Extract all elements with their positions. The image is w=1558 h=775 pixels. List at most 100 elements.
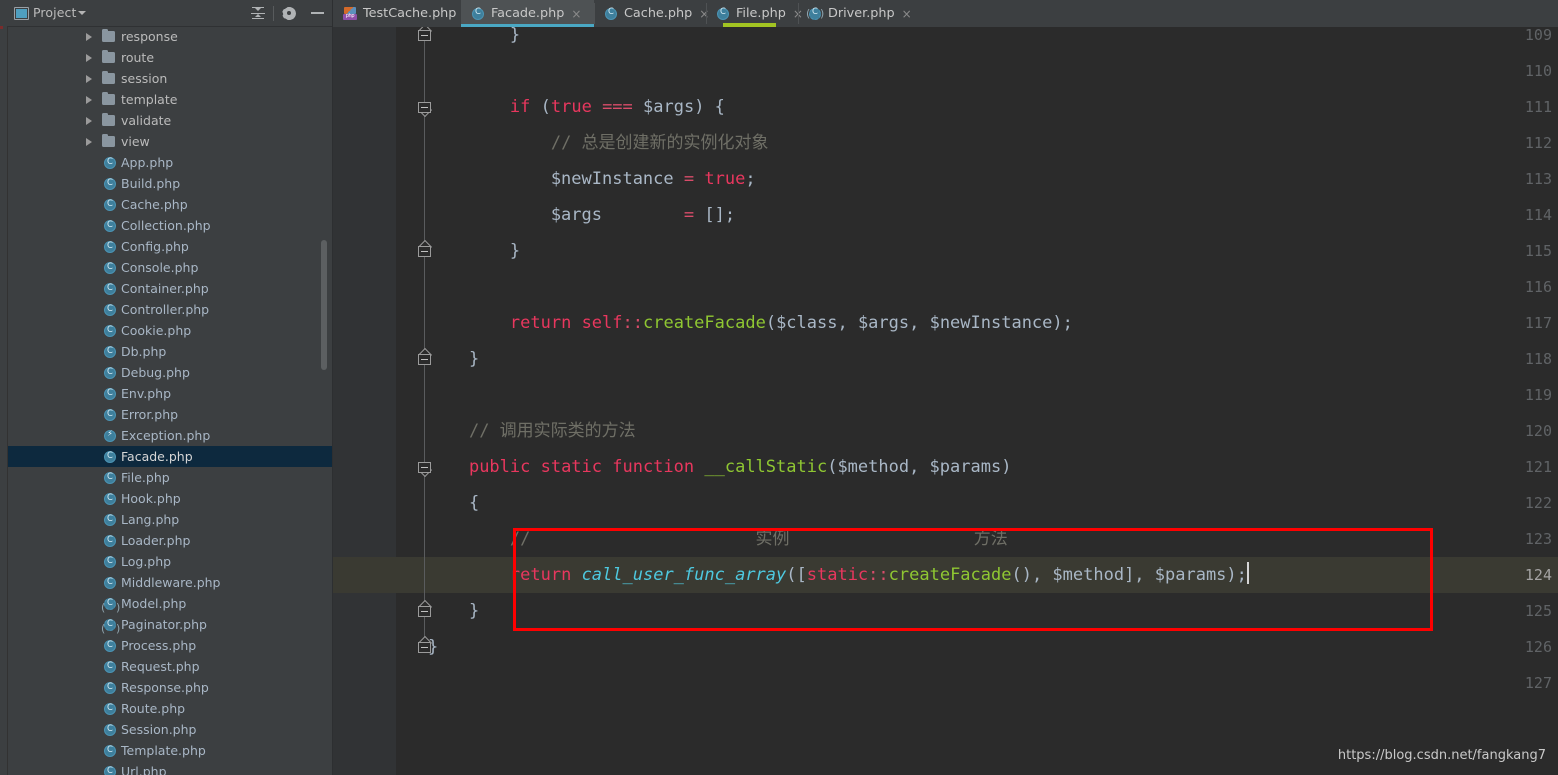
- project-tree-scrollbar[interactable]: [321, 240, 327, 370]
- header-divider: [273, 6, 274, 21]
- code-viewport[interactable]: 1091101111121131141151161171181191201211…: [333, 27, 1558, 775]
- text-caret: [1247, 562, 1249, 584]
- expand-arrow-icon[interactable]: [86, 75, 92, 83]
- tree-item-console-php[interactable]: Console.php: [8, 257, 333, 278]
- tree-item-request-php[interactable]: Request.php: [8, 656, 333, 677]
- editor-tab-file-php[interactable]: File.php×: [706, 0, 798, 27]
- editor-tab-cache-php[interactable]: Cache.php×: [594, 0, 706, 27]
- tree-item-exception-php[interactable]: Exception.php: [8, 425, 333, 446]
- tree-item-label: Error.php: [121, 404, 178, 425]
- editor-tab-facade-php[interactable]: Facade.php×: [461, 0, 594, 27]
- tree-item-label: Model.php: [121, 593, 186, 614]
- chevron-down-icon[interactable]: [78, 11, 86, 15]
- tree-item-controller-php[interactable]: Controller.php: [8, 299, 333, 320]
- tree-item-view[interactable]: view: [8, 131, 333, 152]
- php-file-icon: [343, 7, 357, 21]
- folder-icon: [102, 73, 115, 84]
- code-line-116[interactable]: [428, 269, 1558, 305]
- project-icon: [14, 7, 29, 20]
- tree-item-label: Db.php: [121, 341, 166, 362]
- tree-item-paginator-php[interactable]: ()Paginator.php: [8, 614, 333, 635]
- expand-arrow-icon[interactable]: [86, 54, 92, 62]
- tree-item-session[interactable]: session: [8, 68, 333, 89]
- tree-item-route-php[interactable]: Route.php: [8, 698, 333, 719]
- tree-item-response-php[interactable]: Response.php: [8, 677, 333, 698]
- settings-button[interactable]: [275, 0, 303, 26]
- tree-item-validate[interactable]: validate: [8, 110, 333, 131]
- code-line-118[interactable]: }: [428, 341, 1558, 377]
- tree-item-session-php[interactable]: Session.php: [8, 719, 333, 740]
- tree-item-label: view: [121, 131, 150, 152]
- expand-arrow-icon[interactable]: [86, 117, 92, 125]
- tree-item-middleware-php[interactable]: Middleware.php: [8, 572, 333, 593]
- code-line-117[interactable]: return self::createFacade($class, $args,…: [428, 305, 1558, 341]
- tree-item-build-php[interactable]: Build.php: [8, 173, 333, 194]
- tree-item-config-php[interactable]: Config.php: [8, 236, 333, 257]
- class-icon: [104, 325, 116, 337]
- tree-item-cookie-php[interactable]: Cookie.php: [8, 320, 333, 341]
- code-line-109[interactable]: }: [428, 27, 1558, 53]
- tree-item-cache-php[interactable]: Cache.php: [8, 194, 333, 215]
- tree-item-env-php[interactable]: Env.php: [8, 383, 333, 404]
- class-icon: [104, 367, 116, 379]
- code-line-125[interactable]: }: [428, 593, 1558, 629]
- tree-item-url-php[interactable]: Url.php: [8, 761, 333, 775]
- class-icon: [104, 304, 116, 316]
- close-icon[interactable]: ×: [902, 8, 912, 20]
- expand-arrow-icon[interactable]: [86, 33, 92, 41]
- code-line-124[interactable]: return call_user_func_array([static::cre…: [428, 557, 1558, 593]
- tree-item-process-php[interactable]: Process.php: [8, 635, 333, 656]
- code-line-111[interactable]: if (true === $args) {: [428, 89, 1558, 125]
- tree-item-label: Loader.php: [121, 530, 190, 551]
- minimize-panel-button[interactable]: [303, 0, 331, 26]
- code-line-119[interactable]: [428, 377, 1558, 413]
- code-line-123[interactable]: // 实例 方法: [428, 521, 1558, 557]
- tree-item-lang-php[interactable]: Lang.php: [8, 509, 333, 530]
- class-icon: [104, 577, 116, 589]
- tree-item-facade-php[interactable]: Facade.php: [8, 446, 333, 467]
- code-line-121[interactable]: public static function __callStatic($met…: [428, 449, 1558, 485]
- project-file-tree[interactable]: responseroutesessiontemplatevalidateview…: [8, 26, 333, 775]
- code-line-110[interactable]: [428, 53, 1558, 89]
- tree-item-collection-php[interactable]: Collection.php: [8, 215, 333, 236]
- tree-item-db-php[interactable]: Db.php: [8, 341, 333, 362]
- abstract-class-icon: (): [104, 619, 116, 631]
- collapse-all-button[interactable]: [244, 0, 272, 26]
- code-line-120[interactable]: // 调用实际类的方法: [428, 413, 1558, 449]
- editor-tab-testcache-php[interactable]: TestCache.php×: [333, 0, 461, 27]
- code-text[interactable]: } if (true === $args) { // 总是创建新的实例化对象 $…: [428, 27, 1558, 775]
- tree-item-label: Facade.php: [121, 446, 193, 467]
- class-icon: [104, 724, 116, 736]
- tree-item-label: Exception.php: [121, 425, 210, 446]
- tree-item-label: response: [121, 26, 178, 47]
- code-line-122[interactable]: {: [428, 485, 1558, 521]
- tree-item-response[interactable]: response: [8, 26, 333, 47]
- tree-item-app-php[interactable]: App.php: [8, 152, 333, 173]
- tree-item-error-php[interactable]: Error.php: [8, 404, 333, 425]
- code-line-112[interactable]: // 总是创建新的实例化对象: [428, 125, 1558, 161]
- editor-tab-driver-php[interactable]: ()Driver.php×: [798, 0, 908, 27]
- tree-item-log-php[interactable]: Log.php: [8, 551, 333, 572]
- tree-item-template[interactable]: template: [8, 89, 333, 110]
- class-icon: [716, 7, 730, 21]
- code-line-114[interactable]: $args = [];: [428, 197, 1558, 233]
- code-line-127[interactable]: [428, 665, 1558, 701]
- expand-arrow-icon[interactable]: [86, 96, 92, 104]
- expand-arrow-icon[interactable]: [86, 138, 92, 146]
- tree-item-loader-php[interactable]: Loader.php: [8, 530, 333, 551]
- tree-item-label: Controller.php: [121, 299, 209, 320]
- class-icon: [104, 661, 116, 673]
- tree-item-template-php[interactable]: Template.php: [8, 740, 333, 761]
- tree-item-container-php[interactable]: Container.php: [8, 278, 333, 299]
- code-line-113[interactable]: $newInstance = true;: [428, 161, 1558, 197]
- tree-item-file-php[interactable]: File.php: [8, 467, 333, 488]
- code-line-126[interactable]: }: [428, 629, 1558, 665]
- close-icon[interactable]: ×: [571, 8, 581, 20]
- class-icon: [104, 262, 116, 274]
- code-line-115[interactable]: }: [428, 233, 1558, 269]
- tree-item-route[interactable]: route: [8, 47, 333, 68]
- tree-item-debug-php[interactable]: Debug.php: [8, 362, 333, 383]
- tree-item-model-php[interactable]: ()Model.php: [8, 593, 333, 614]
- editor-tab-bar[interactable]: TestCache.php×Facade.php×Cache.php×File.…: [333, 0, 1558, 28]
- tree-item-hook-php[interactable]: Hook.php: [8, 488, 333, 509]
